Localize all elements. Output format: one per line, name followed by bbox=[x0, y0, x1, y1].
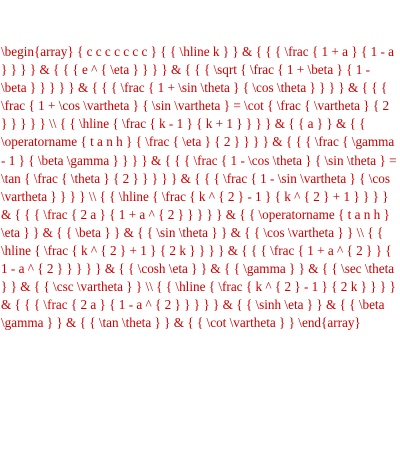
latex-array-source-text: \begin{array} { c c c c c c c } { { \hli… bbox=[1, 44, 397, 331]
document-page: \begin{array} { c c c c c c c } { { \hli… bbox=[0, 0, 400, 468]
